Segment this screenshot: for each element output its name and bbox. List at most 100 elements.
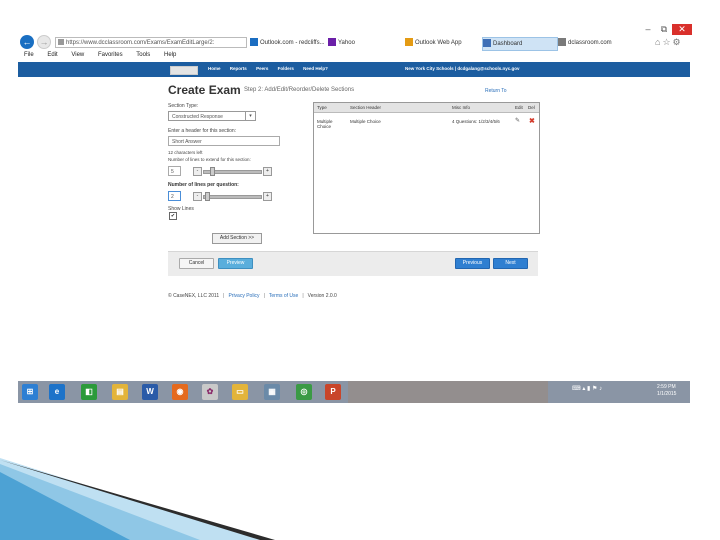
- cancel-button[interactable]: Cancel: [179, 258, 214, 269]
- menu-tools[interactable]: Tools: [136, 52, 150, 58]
- menu-view[interactable]: View: [71, 52, 84, 58]
- version-text: Version 2.0.0: [307, 293, 337, 299]
- terms-of-use-link[interactable]: Terms of Use: [269, 293, 298, 299]
- lines-per-question-label: Number of lines per question:: [168, 182, 239, 188]
- section-type-select[interactable]: Constructed Response ▾: [168, 111, 256, 121]
- col-edit: Edit: [515, 105, 523, 110]
- col-delete: Del: [528, 105, 535, 110]
- edit-icon[interactable]: ✎: [515, 117, 520, 124]
- col-misc-info: Misc Info: [452, 105, 471, 110]
- paint-icon[interactable]: ✿: [202, 384, 218, 400]
- col-type: Type: [317, 105, 327, 110]
- flag-icon[interactable]: ⚑: [592, 386, 597, 392]
- store-icon[interactable]: ◧: [81, 384, 97, 400]
- lines-extend-increase[interactable]: +: [263, 167, 272, 176]
- col-section-header: Section Header: [350, 105, 382, 110]
- close-button[interactable]: ✕: [672, 24, 692, 35]
- previous-button[interactable]: Previous: [455, 258, 490, 269]
- yahoo-icon: [328, 37, 336, 46]
- next-button[interactable]: Next: [493, 258, 528, 269]
- show-lines-checkbox[interactable]: ✔: [169, 212, 177, 220]
- site-icon: [558, 37, 566, 46]
- lines-extend-decrease[interactable]: -: [193, 167, 202, 176]
- keyboard-icon[interactable]: ⌨: [572, 386, 581, 392]
- tab-dashboard[interactable]: Dashboard: [482, 37, 558, 51]
- nav-reports[interactable]: Reports: [230, 66, 247, 71]
- browser-tool-icons: ⌂☆⚙: [655, 37, 690, 49]
- site-nav-bar: Home Reports Peers Folders Need Help? Ne…: [18, 62, 690, 77]
- internet-explorer-icon[interactable]: e: [49, 384, 65, 400]
- gear-icon[interactable]: ⚙: [673, 37, 683, 47]
- site-logo[interactable]: [170, 66, 198, 75]
- folder-icon[interactable]: ▭: [232, 384, 248, 400]
- firefox-icon[interactable]: ◉: [172, 384, 188, 400]
- privacy-policy-link[interactable]: Privacy Policy: [228, 293, 259, 299]
- menu-bar: File Edit View Favorites Tools Help: [18, 52, 690, 62]
- menu-file[interactable]: File: [24, 52, 34, 58]
- row-misc-info: 4 Questions: 1/2/3/4/5/6: [452, 119, 500, 124]
- network-icon[interactable]: ▮: [587, 386, 590, 392]
- preview-button[interactable]: Preview: [218, 258, 253, 269]
- lines-extend-handle[interactable]: [210, 167, 215, 176]
- tab-yahoo[interactable]: Yahoo: [328, 37, 398, 49]
- windows-start-icon[interactable]: ⊞: [22, 384, 38, 400]
- lines-extend-input[interactable]: 5: [168, 166, 181, 176]
- header-label: Enter a header for this section:: [168, 128, 237, 134]
- table-row: Multiple Choice Multiple Choice 4 Questi…: [314, 117, 539, 131]
- restore-button[interactable]: ⧉: [656, 24, 672, 35]
- back-button[interactable]: ←: [20, 35, 34, 49]
- user-info[interactable]: New York City Schools | dcdgalang@school…: [405, 66, 520, 71]
- menu-edit[interactable]: Edit: [47, 52, 57, 58]
- menu-help[interactable]: Help: [164, 52, 176, 58]
- dashboard-icon: [483, 38, 491, 47]
- site-favicon-icon: [58, 39, 64, 45]
- up-arrow-icon[interactable]: ▴: [582, 386, 585, 392]
- lines-per-question-slider[interactable]: [203, 195, 262, 199]
- slide-corner-decoration: [0, 458, 275, 540]
- star-icon[interactable]: ☆: [662, 37, 672, 47]
- row-section-header: Multiple Choice: [350, 119, 381, 124]
- owa-icon: [405, 37, 413, 46]
- nav-peers[interactable]: Peers: [256, 66, 268, 71]
- lines-per-question-increase[interactable]: +: [263, 192, 272, 201]
- clock[interactable]: 2:59 PM 1/1/2015: [657, 384, 676, 398]
- outlook-icon: [250, 37, 258, 46]
- section-type-label: Section Type:: [168, 103, 199, 109]
- section-header-input[interactable]: Short Answer: [168, 136, 280, 146]
- nav-need-help[interactable]: Need Help?: [303, 66, 328, 71]
- menu-favorites[interactable]: Favorites: [98, 52, 123, 58]
- word-icon[interactable]: W: [142, 384, 158, 400]
- step-subtitle: Step 2: Add/Edit/Reorder/Delete Sections: [244, 87, 355, 93]
- file-explorer-icon[interactable]: ▤: [112, 384, 128, 400]
- chrome-icon[interactable]: ◎: [296, 384, 312, 400]
- system-tray: ⌨ ▴ ▮ ⚑ ♪: [572, 385, 602, 392]
- window-controls: – ⧉ ✕: [640, 24, 692, 36]
- page-footer: © CaseNEX, LLC 2011 | Privacy Policy | Terms…: [168, 293, 337, 299]
- page-title: Create Exam: [168, 83, 241, 97]
- tab-dclassroom[interactable]: dclassroom.com: [558, 37, 634, 49]
- lines-extend-label: Number of lines to extend for this secti…: [168, 157, 251, 162]
- table-header: Type Section Header Misc Info Edit Del: [314, 103, 539, 113]
- forward-button[interactable]: →: [37, 35, 51, 49]
- chevron-down-icon: ▾: [245, 112, 255, 120]
- copyright-text: © CaseNEX, LLC 2011: [168, 293, 220, 299]
- lines-per-question-input[interactable]: 2: [168, 191, 181, 201]
- characters-left: 12 characters left: [168, 150, 203, 155]
- lines-per-question-decrease[interactable]: -: [193, 192, 202, 201]
- nav-folders[interactable]: Folders: [278, 66, 294, 71]
- delete-icon[interactable]: ✖: [529, 117, 535, 125]
- minimize-button[interactable]: –: [640, 24, 656, 34]
- return-to-link[interactable]: Return To: [485, 88, 507, 94]
- sections-table: Type Section Header Misc Info Edit Del M…: [313, 102, 540, 234]
- address-bar[interactable]: https://www.dcclassroom.com/Exams/ExamEd…: [55, 37, 247, 48]
- lines-per-question-handle[interactable]: [205, 192, 210, 201]
- nav-home[interactable]: Home: [208, 66, 221, 71]
- row-type: Multiple Choice: [317, 119, 333, 129]
- clock-date: 1/1/2015: [657, 391, 677, 397]
- powerpoint-icon[interactable]: P: [325, 384, 341, 400]
- add-section-button[interactable]: Add Section >>: [212, 233, 262, 244]
- calculator-icon[interactable]: ▦: [264, 384, 280, 400]
- clock-time: 2:59 PM: [657, 384, 676, 390]
- tab-outlook-web-app[interactable]: Outlook Web App: [405, 37, 480, 49]
- speaker-icon[interactable]: ♪: [599, 386, 602, 392]
